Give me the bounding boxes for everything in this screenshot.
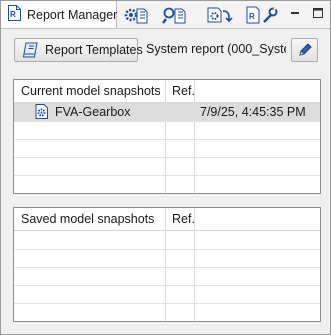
report-manager-panel: R Report Manager R Report Templates Syst… — [0, 0, 331, 335]
export-report-icon[interactable] — [206, 5, 234, 25]
column-header-ref[interactable]: Ref. — [172, 212, 195, 226]
minimize-icon[interactable] — [288, 6, 302, 20]
report-templates-label: Report Templates — [45, 43, 143, 57]
column-header-saved-snapshots[interactable]: Saved model snapshots — [21, 212, 154, 226]
maximize-icon[interactable] — [311, 6, 325, 20]
report-settings-icon[interactable]: R — [245, 5, 279, 25]
svg-text:R: R — [249, 12, 255, 21]
column-header-ref[interactable]: Ref. — [172, 84, 195, 98]
table-header: Saved model snapshots Ref. — [14, 208, 320, 231]
saved-snapshots-table[interactable]: Saved model snapshots Ref. — [13, 207, 321, 322]
tab-strip: R Report Manager R — [1, 1, 330, 29]
snapshot-date: 7/9/25, 4:45:35 PM — [200, 105, 306, 119]
tab-report-manager[interactable]: R Report Manager — [1, 1, 117, 28]
snapshot-name: FVA-Gearbox — [55, 105, 131, 119]
table-row[interactable]: FVA-Gearbox 7/9/25, 4:45:35 PM — [14, 103, 320, 121]
templates-book-icon — [22, 42, 40, 58]
tab-label: Report Manager — [27, 7, 118, 22]
report-templates-button[interactable]: Report Templates — [14, 38, 143, 62]
column-header-current-snapshots[interactable]: Current model snapshots — [21, 84, 161, 98]
system-report-name: System report (000_System — [146, 42, 286, 56]
gear-report-icon[interactable] — [123, 5, 153, 25]
gear-document-icon — [35, 104, 49, 122]
edit-report-button[interactable] — [291, 38, 318, 62]
svg-text:R: R — [10, 10, 16, 19]
table-header: Current model snapshots Ref. — [14, 80, 320, 103]
report-document-icon: R — [7, 5, 22, 24]
current-snapshots-table[interactable]: Current model snapshots Ref. FVA-Gearbox… — [13, 79, 321, 194]
search-report-icon[interactable] — [161, 5, 191, 25]
pencil-icon — [297, 42, 313, 58]
